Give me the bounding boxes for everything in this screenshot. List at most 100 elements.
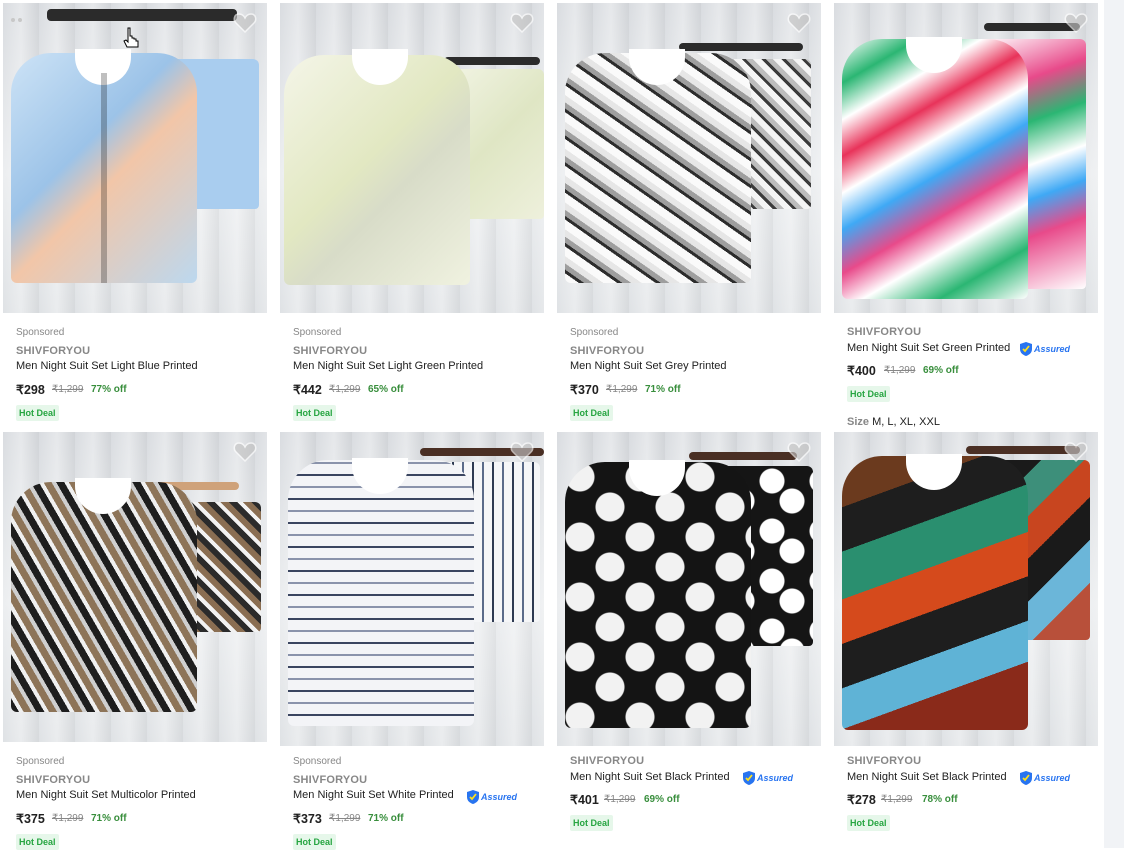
original-price: ₹1,299 — [606, 384, 638, 395]
hanger-rail — [689, 452, 797, 460]
hot-deal-badge: Hot Deal — [570, 815, 613, 831]
product-card[interactable]: SHIVFORYOU Men Night Suit Set Black Prin… — [554, 429, 831, 858]
shirt-image — [288, 460, 474, 726]
shirt-image — [565, 53, 751, 283]
product-title[interactable]: Men Night Suit Set Multicolor Printed — [16, 789, 196, 801]
heart-icon[interactable] — [233, 11, 257, 33]
hanger-rail — [444, 57, 540, 65]
assured-badge-icon — [1020, 342, 1032, 356]
original-price: ₹1,299 — [329, 813, 361, 824]
selling-price: ₹373 — [293, 812, 322, 826]
product-card[interactable]: Sponsored SHIVFORYOU Men Night Suit Set … — [277, 0, 554, 429]
original-price: ₹1,299 — [329, 384, 361, 395]
sponsored-label: Sponsored — [570, 327, 619, 338]
heart-icon[interactable] — [233, 440, 257, 462]
brand-name: SHIVFORYOU — [570, 345, 645, 357]
product-title[interactable]: Men Night Suit Set Grey Printed — [570, 360, 727, 372]
shirt-image — [565, 462, 751, 728]
hot-deal-badge: Hot Deal — [16, 405, 59, 421]
heart-icon[interactable] — [787, 440, 811, 462]
selling-price: ₹298 — [16, 383, 45, 397]
original-price: ₹1,299 — [884, 365, 916, 376]
shirt-image — [284, 55, 470, 285]
heart-icon[interactable] — [787, 11, 811, 33]
shirt-image — [842, 456, 1028, 730]
hot-deal-badge: Hot Deal — [847, 386, 890, 402]
assured-badge-icon — [467, 790, 479, 804]
product-image[interactable] — [3, 3, 267, 313]
product-card[interactable]: Sponsored SHIVFORYOU Men Night Suit Set … — [0, 429, 277, 858]
product-card[interactable]: Sponsored SHIVFORYOU Men Night Suit Set … — [277, 429, 554, 858]
assured-label: Assured — [757, 773, 794, 783]
selling-price: ₹401 — [570, 793, 599, 807]
discount-label: 65% off — [368, 384, 404, 395]
assured-badge-icon — [1020, 771, 1032, 785]
carousel-dots — [11, 9, 25, 27]
selling-price: ₹370 — [570, 383, 599, 397]
brand-name: SHIVFORYOU — [293, 774, 368, 786]
product-card[interactable]: Sponsored SHIVFORYOU Men Night Suit Set … — [554, 0, 831, 429]
heart-icon[interactable] — [510, 440, 534, 462]
product-title[interactable]: Men Night Suit Set White Printed — [293, 789, 454, 801]
product-title[interactable]: Men Night Suit Set Green Printed — [847, 342, 1010, 354]
product-image[interactable] — [834, 432, 1098, 746]
hot-deal-badge: Hot Deal — [847, 815, 890, 831]
original-price: ₹1,299 — [881, 794, 913, 805]
brand-name: SHIVFORYOU — [847, 326, 922, 338]
assured-label: Assured — [1034, 773, 1071, 783]
product-image[interactable] — [280, 432, 544, 746]
selling-price: ₹375 — [16, 812, 45, 826]
original-price: ₹1,299 — [52, 813, 84, 824]
product-image[interactable] — [3, 432, 267, 742]
discount-label: 71% off — [645, 384, 681, 395]
discount-label: 71% off — [368, 813, 404, 824]
product-title[interactable]: Men Night Suit Set Light Blue Printed — [16, 360, 198, 372]
size-options: Size M, L, XL, XXL — [847, 416, 940, 428]
original-price: ₹1,299 — [52, 384, 84, 395]
sponsored-label: Sponsored — [16, 327, 65, 338]
product-grid: Sponsored SHIVFORYOU Men Night Suit Set … — [0, 0, 1108, 858]
discount-label: 71% off — [91, 813, 127, 824]
shirt-image — [11, 482, 197, 712]
product-card[interactable]: SHIVFORYOU Men Night Suit Set Green Prin… — [831, 0, 1108, 429]
discount-label: 69% off — [644, 794, 680, 805]
product-card[interactable]: Sponsored SHIVFORYOU Men Night Suit Set … — [0, 0, 277, 429]
sponsored-label: Sponsored — [16, 756, 65, 767]
hanger-rail — [47, 9, 237, 21]
heart-icon[interactable] — [1064, 440, 1088, 462]
hanger-rail — [966, 446, 1080, 454]
product-image[interactable] — [557, 3, 821, 313]
product-image[interactable] — [834, 3, 1098, 313]
sponsored-label: Sponsored — [293, 756, 342, 767]
hot-deal-badge: Hot Deal — [293, 405, 336, 421]
heart-icon[interactable] — [510, 11, 534, 33]
brand-name: SHIVFORYOU — [570, 755, 645, 767]
heart-icon[interactable] — [1064, 11, 1088, 33]
selling-price: ₹442 — [293, 383, 322, 397]
size-values: M, L, XL, XXL — [872, 416, 940, 428]
page-scrollbar[interactable] — [1104, 0, 1124, 848]
hot-deal-badge: Hot Deal — [570, 405, 613, 421]
discount-label: 69% off — [923, 365, 959, 376]
assured-badge-icon — [743, 771, 755, 785]
brand-name: SHIVFORYOU — [16, 345, 91, 357]
product-title[interactable]: Men Night Suit Set Light Green Printed — [293, 360, 483, 372]
selling-price: ₹400 — [847, 364, 876, 378]
brand-name: SHIVFORYOU — [16, 774, 91, 786]
product-title[interactable]: Men Night Suit Set Black Printed — [847, 771, 1007, 783]
product-image[interactable] — [557, 432, 821, 746]
product-title[interactable]: Men Night Suit Set Black Printed — [570, 771, 730, 783]
assured-label: Assured — [1034, 344, 1071, 354]
brand-name: SHIVFORYOU — [293, 345, 368, 357]
brand-name: SHIVFORYOU — [847, 755, 922, 767]
sponsored-label: Sponsored — [293, 327, 342, 338]
product-card[interactable]: SHIVFORYOU Men Night Suit Set Black Prin… — [831, 429, 1108, 858]
shirt-image — [842, 39, 1028, 299]
original-price: ₹1,299 — [604, 794, 636, 805]
shirt-placket — [101, 73, 107, 283]
hand-cursor-icon — [123, 27, 139, 48]
assured-label: Assured — [481, 792, 518, 802]
selling-price: ₹278 — [847, 793, 876, 807]
discount-label: 78% off — [922, 794, 958, 805]
product-image[interactable] — [280, 3, 544, 313]
